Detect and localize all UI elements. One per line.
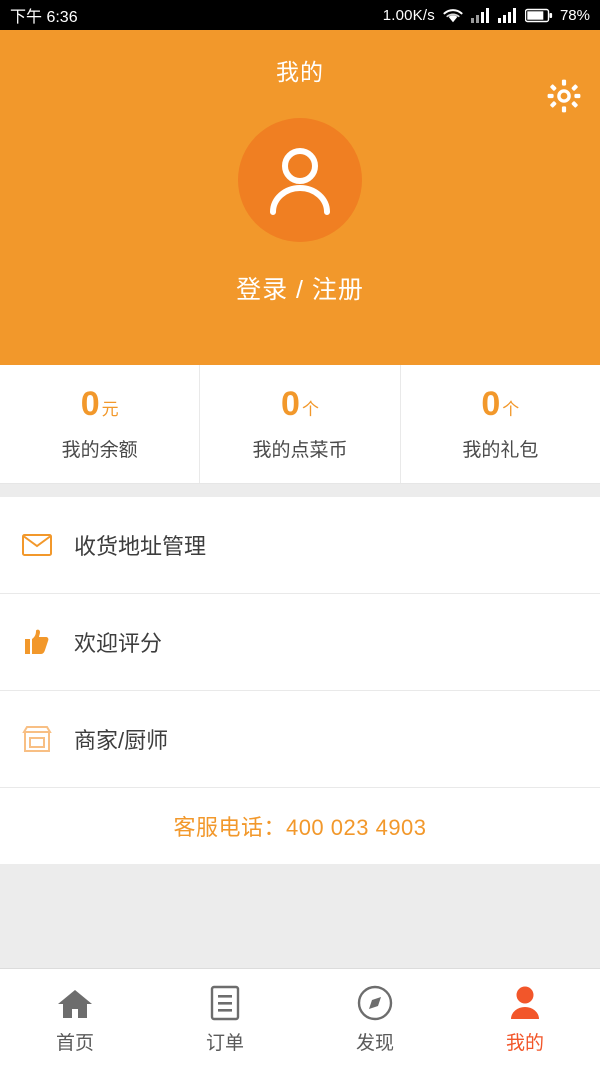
battery-icon	[524, 8, 553, 23]
stat-unit: 个	[502, 399, 520, 419]
page-filler	[0, 864, 600, 968]
compass-icon	[357, 981, 393, 1021]
status-bar-right: 1.00K/s 78%	[383, 7, 590, 24]
stat-value-wrap: 0 元	[81, 387, 119, 421]
gear-icon[interactable]	[546, 78, 582, 114]
stat-label: 我的余额	[61, 439, 138, 461]
tab-bar: 首页 订单 发现 我的	[0, 968, 600, 1067]
menu-item-address[interactable]: 收货地址管理	[0, 497, 600, 594]
stat-unit: 元	[101, 399, 119, 419]
network-speed-text: 1.00K/s	[382, 6, 435, 24]
tab-label: 订单	[205, 1033, 244, 1054]
menu-item-rate[interactable]: 欢迎评分	[0, 594, 600, 691]
home-icon	[56, 981, 94, 1021]
user-avatar-icon	[270, 148, 330, 215]
status-bar-left: 下午 6:36	[10, 3, 78, 27]
stat-gifts[interactable]: 0 个 我的礼包	[399, 365, 600, 483]
menu-item-label: 商家/厨师	[74, 728, 169, 753]
tab-profile[interactable]: 我的	[450, 981, 600, 1055]
shop-icon	[20, 722, 54, 756]
app-screen: 下午 6:36 1.00K/s 78% 我的 登录 / 注册 0 元 我的余额 …	[0, 0, 600, 1067]
menu-item-label: 欢迎评分	[74, 631, 163, 656]
login-register-link[interactable]: 登录 / 注册	[0, 270, 600, 306]
tab-home[interactable]: 首页	[0, 981, 150, 1055]
page-title: 我的	[276, 59, 324, 85]
profile-header: 我的 登录 / 注册	[0, 30, 600, 365]
wifi-icon	[442, 7, 464, 23]
stat-balance[interactable]: 0 元 我的余额	[0, 365, 199, 483]
avatar[interactable]	[238, 118, 362, 242]
thumbs-up-icon	[20, 625, 54, 659]
stat-label: 我的点菜币	[252, 439, 348, 461]
service-phone[interactable]: 客服电话：400 023 4903	[0, 788, 600, 864]
signal-bars-icon-2	[497, 7, 518, 23]
battery-percent-text: 78%	[559, 6, 590, 24]
menu-list: 收货地址管理 欢迎评分 商家/厨师	[0, 497, 600, 788]
signal-bars-icon	[470, 7, 491, 23]
stat-value-wrap: 0 个	[281, 387, 319, 421]
status-bar: 下午 6:36 1.00K/s 78%	[0, 0, 600, 30]
stat-value: 0	[281, 384, 300, 423]
stat-coins[interactable]: 0 个 我的点菜币	[199, 365, 399, 483]
tab-label: 发现	[355, 1033, 394, 1054]
person-icon	[509, 981, 541, 1021]
stat-label: 我的礼包	[462, 439, 539, 461]
stat-value: 0	[80, 384, 100, 423]
tab-label: 我的	[505, 1033, 544, 1054]
envelope-icon	[20, 528, 54, 562]
tab-orders[interactable]: 订单	[150, 981, 300, 1055]
avatar-wrapper	[0, 118, 600, 242]
order-list-icon	[210, 981, 240, 1021]
menu-item-merchant[interactable]: 商家/厨师	[0, 691, 600, 788]
tab-discover[interactable]: 发现	[300, 981, 450, 1055]
tab-label: 首页	[55, 1033, 94, 1054]
stat-value-wrap: 0 个	[481, 387, 519, 421]
menu-item-label: 收货地址管理	[74, 534, 207, 559]
status-time: 下午 6:36	[10, 9, 78, 26]
stats-row: 0 元 我的余额 0 个 我的点菜币 0 个 我的礼包	[0, 365, 600, 484]
stat-value: 0	[481, 384, 501, 423]
stat-unit: 个	[301, 399, 319, 419]
section-divider	[0, 484, 600, 497]
